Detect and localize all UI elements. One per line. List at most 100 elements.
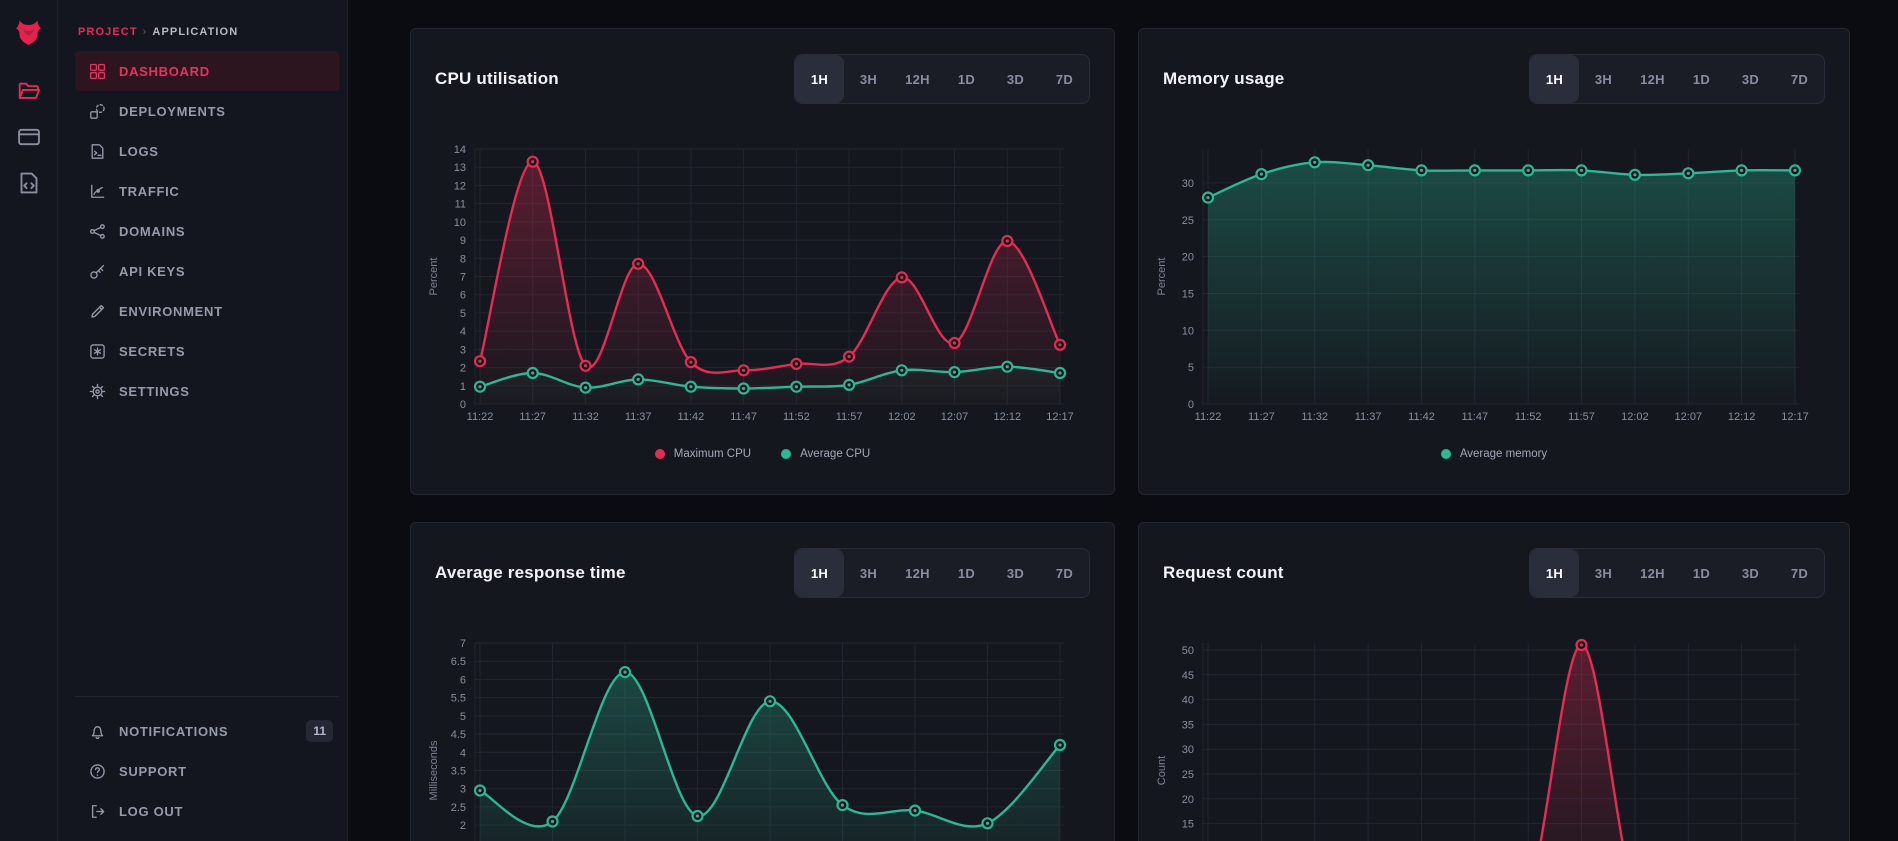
- traffic-icon: [89, 183, 106, 200]
- sidebar-item-domains[interactable]: DOMAINS: [75, 211, 339, 251]
- svg-text:12:17: 12:17: [1781, 411, 1809, 423]
- credit-card-icon[interactable]: [17, 125, 41, 149]
- range-button-3h[interactable]: 3H: [1579, 55, 1628, 103]
- time-range-group: 1H3H12H1D3D7D: [794, 54, 1090, 104]
- svg-text:15: 15: [1182, 819, 1194, 831]
- range-button-1h[interactable]: 1H: [1530, 55, 1579, 103]
- svg-text:11:57: 11:57: [836, 411, 863, 423]
- sidebar-item-label: DEPLOYMENTS: [119, 104, 226, 119]
- legend-dot-icon: [655, 449, 665, 459]
- sidebar-menu: PROJECT › APPLICATION DASHBOARD DEPLOYMENTS…: [58, 0, 347, 841]
- svg-text:2.5: 2.5: [451, 802, 466, 814]
- svg-text:2: 2: [460, 363, 466, 375]
- legend-item[interactable]: Average memory: [1441, 448, 1547, 460]
- pen-icon: [89, 303, 106, 320]
- deployments-icon: [89, 103, 106, 120]
- range-button-12h[interactable]: 12H: [1628, 549, 1677, 597]
- legend-item[interactable]: Average CPU: [781, 448, 870, 460]
- chart-memory-usage: 05101520253011:2211:2711:3211:3711:4211:…: [1139, 106, 1849, 436]
- svg-text:Percent: Percent: [428, 258, 440, 296]
- nest-cat-logo[interactable]: [12, 16, 45, 49]
- sidebar-item-label: NOTIFICATIONS: [119, 724, 228, 739]
- svg-text:7: 7: [460, 638, 466, 650]
- svg-text:11:52: 11:52: [783, 411, 810, 423]
- sidebar-item-api-keys[interactable]: API KEYS: [75, 251, 339, 291]
- panel-title: CPU utilisation: [435, 69, 559, 89]
- legend-label: Average memory: [1460, 448, 1547, 460]
- range-button-3d[interactable]: 3D: [1726, 549, 1775, 597]
- range-button-7d[interactable]: 7D: [1775, 55, 1824, 103]
- code-file-icon[interactable]: [17, 171, 41, 195]
- range-button-1d[interactable]: 1D: [1677, 549, 1726, 597]
- folder-open-icon[interactable]: [17, 79, 41, 103]
- svg-text:12:07: 12:07: [941, 411, 969, 423]
- svg-text:Percent: Percent: [1156, 258, 1168, 296]
- breadcrumb-application: APPLICATION: [152, 26, 238, 38]
- sidebar-item-support[interactable]: SUPPORT: [75, 751, 339, 791]
- sidebar-item-settings[interactable]: SETTINGS: [75, 371, 339, 411]
- sidebar-item-log-out[interactable]: LOG OUT: [75, 791, 339, 831]
- secrets-icon: [89, 343, 106, 360]
- key-icon: [89, 263, 106, 280]
- range-button-3d[interactable]: 3D: [991, 549, 1040, 597]
- svg-text:12:12: 12:12: [994, 411, 1022, 423]
- chart-request-count: 0510152025303540455011:2211:2711:3211:37…: [1139, 600, 1849, 841]
- sidebar-item-deployments[interactable]: DEPLOYMENTS: [75, 91, 339, 131]
- chart-legend: Maximum CPU Average CPU: [411, 448, 1114, 460]
- svg-text:10: 10: [454, 217, 466, 229]
- range-button-12h[interactable]: 12H: [893, 549, 942, 597]
- sidebar-item-traffic[interactable]: TRAFFIC: [75, 171, 339, 211]
- svg-text:1: 1: [460, 381, 466, 393]
- svg-text:11:37: 11:37: [625, 411, 652, 423]
- chart-legend: Average memory: [1139, 448, 1849, 460]
- svg-text:11:52: 11:52: [1515, 411, 1542, 423]
- range-button-7d[interactable]: 7D: [1040, 55, 1089, 103]
- sidebar-item-label: SETTINGS: [119, 384, 190, 399]
- range-button-3h[interactable]: 3H: [844, 55, 893, 103]
- svg-text:11:32: 11:32: [1301, 411, 1328, 423]
- range-button-1h[interactable]: 1H: [795, 549, 844, 597]
- time-range-group: 1H3H12H1D3D7D: [1529, 548, 1825, 598]
- sidebar-item-notifications[interactable]: NOTIFICATIONS11: [75, 711, 339, 751]
- sidebar-item-logs[interactable]: LOGS: [75, 131, 339, 171]
- sidebar-item-label: LOGS: [119, 144, 159, 159]
- range-button-3h[interactable]: 3H: [844, 549, 893, 597]
- range-button-7d[interactable]: 7D: [1040, 549, 1089, 597]
- sidebar-item-environment[interactable]: ENVIRONMENT: [75, 291, 339, 331]
- svg-text:6: 6: [460, 674, 466, 686]
- panel-title: Request count: [1163, 563, 1284, 583]
- svg-text:11:42: 11:42: [1408, 411, 1435, 423]
- svg-text:5: 5: [460, 711, 466, 723]
- svg-text:4: 4: [460, 747, 466, 759]
- svg-text:20: 20: [1182, 252, 1194, 264]
- sidebar-item-secrets[interactable]: SECRETS: [75, 331, 339, 371]
- sidebar-item-dashboard[interactable]: DASHBOARD: [75, 51, 339, 91]
- range-button-12h[interactable]: 12H: [893, 55, 942, 103]
- range-button-1d[interactable]: 1D: [942, 549, 991, 597]
- svg-text:9: 9: [460, 235, 466, 247]
- range-button-3d[interactable]: 3D: [1726, 55, 1775, 103]
- svg-text:45: 45: [1182, 670, 1194, 682]
- sidebar-item-label: LOG OUT: [119, 804, 183, 819]
- svg-text:11:22: 11:22: [467, 411, 494, 423]
- breadcrumb-separator: ›: [143, 26, 148, 38]
- range-button-3h[interactable]: 3H: [1579, 549, 1628, 597]
- range-button-1h[interactable]: 1H: [795, 55, 844, 103]
- svg-text:6.5: 6.5: [451, 656, 466, 668]
- sidebar-item-label: DOMAINS: [119, 224, 185, 239]
- breadcrumb-project[interactable]: PROJECT: [78, 26, 138, 38]
- svg-text:11:42: 11:42: [678, 411, 705, 423]
- logout-icon: [89, 803, 106, 820]
- sidebar-footer: NOTIFICATIONS11SUPPORT LOG OUT: [75, 696, 339, 841]
- range-button-1h[interactable]: 1H: [1530, 549, 1579, 597]
- range-button-3d[interactable]: 3D: [991, 55, 1040, 103]
- svg-text:11:57: 11:57: [1568, 411, 1595, 423]
- range-button-1d[interactable]: 1D: [1677, 55, 1726, 103]
- legend-dot-icon: [1441, 449, 1451, 459]
- range-button-12h[interactable]: 12H: [1628, 55, 1677, 103]
- range-button-1d[interactable]: 1D: [942, 55, 991, 103]
- svg-text:0: 0: [460, 399, 466, 411]
- svg-text:12:12: 12:12: [1728, 411, 1756, 423]
- legend-item[interactable]: Maximum CPU: [655, 448, 751, 460]
- range-button-7d[interactable]: 7D: [1775, 549, 1824, 597]
